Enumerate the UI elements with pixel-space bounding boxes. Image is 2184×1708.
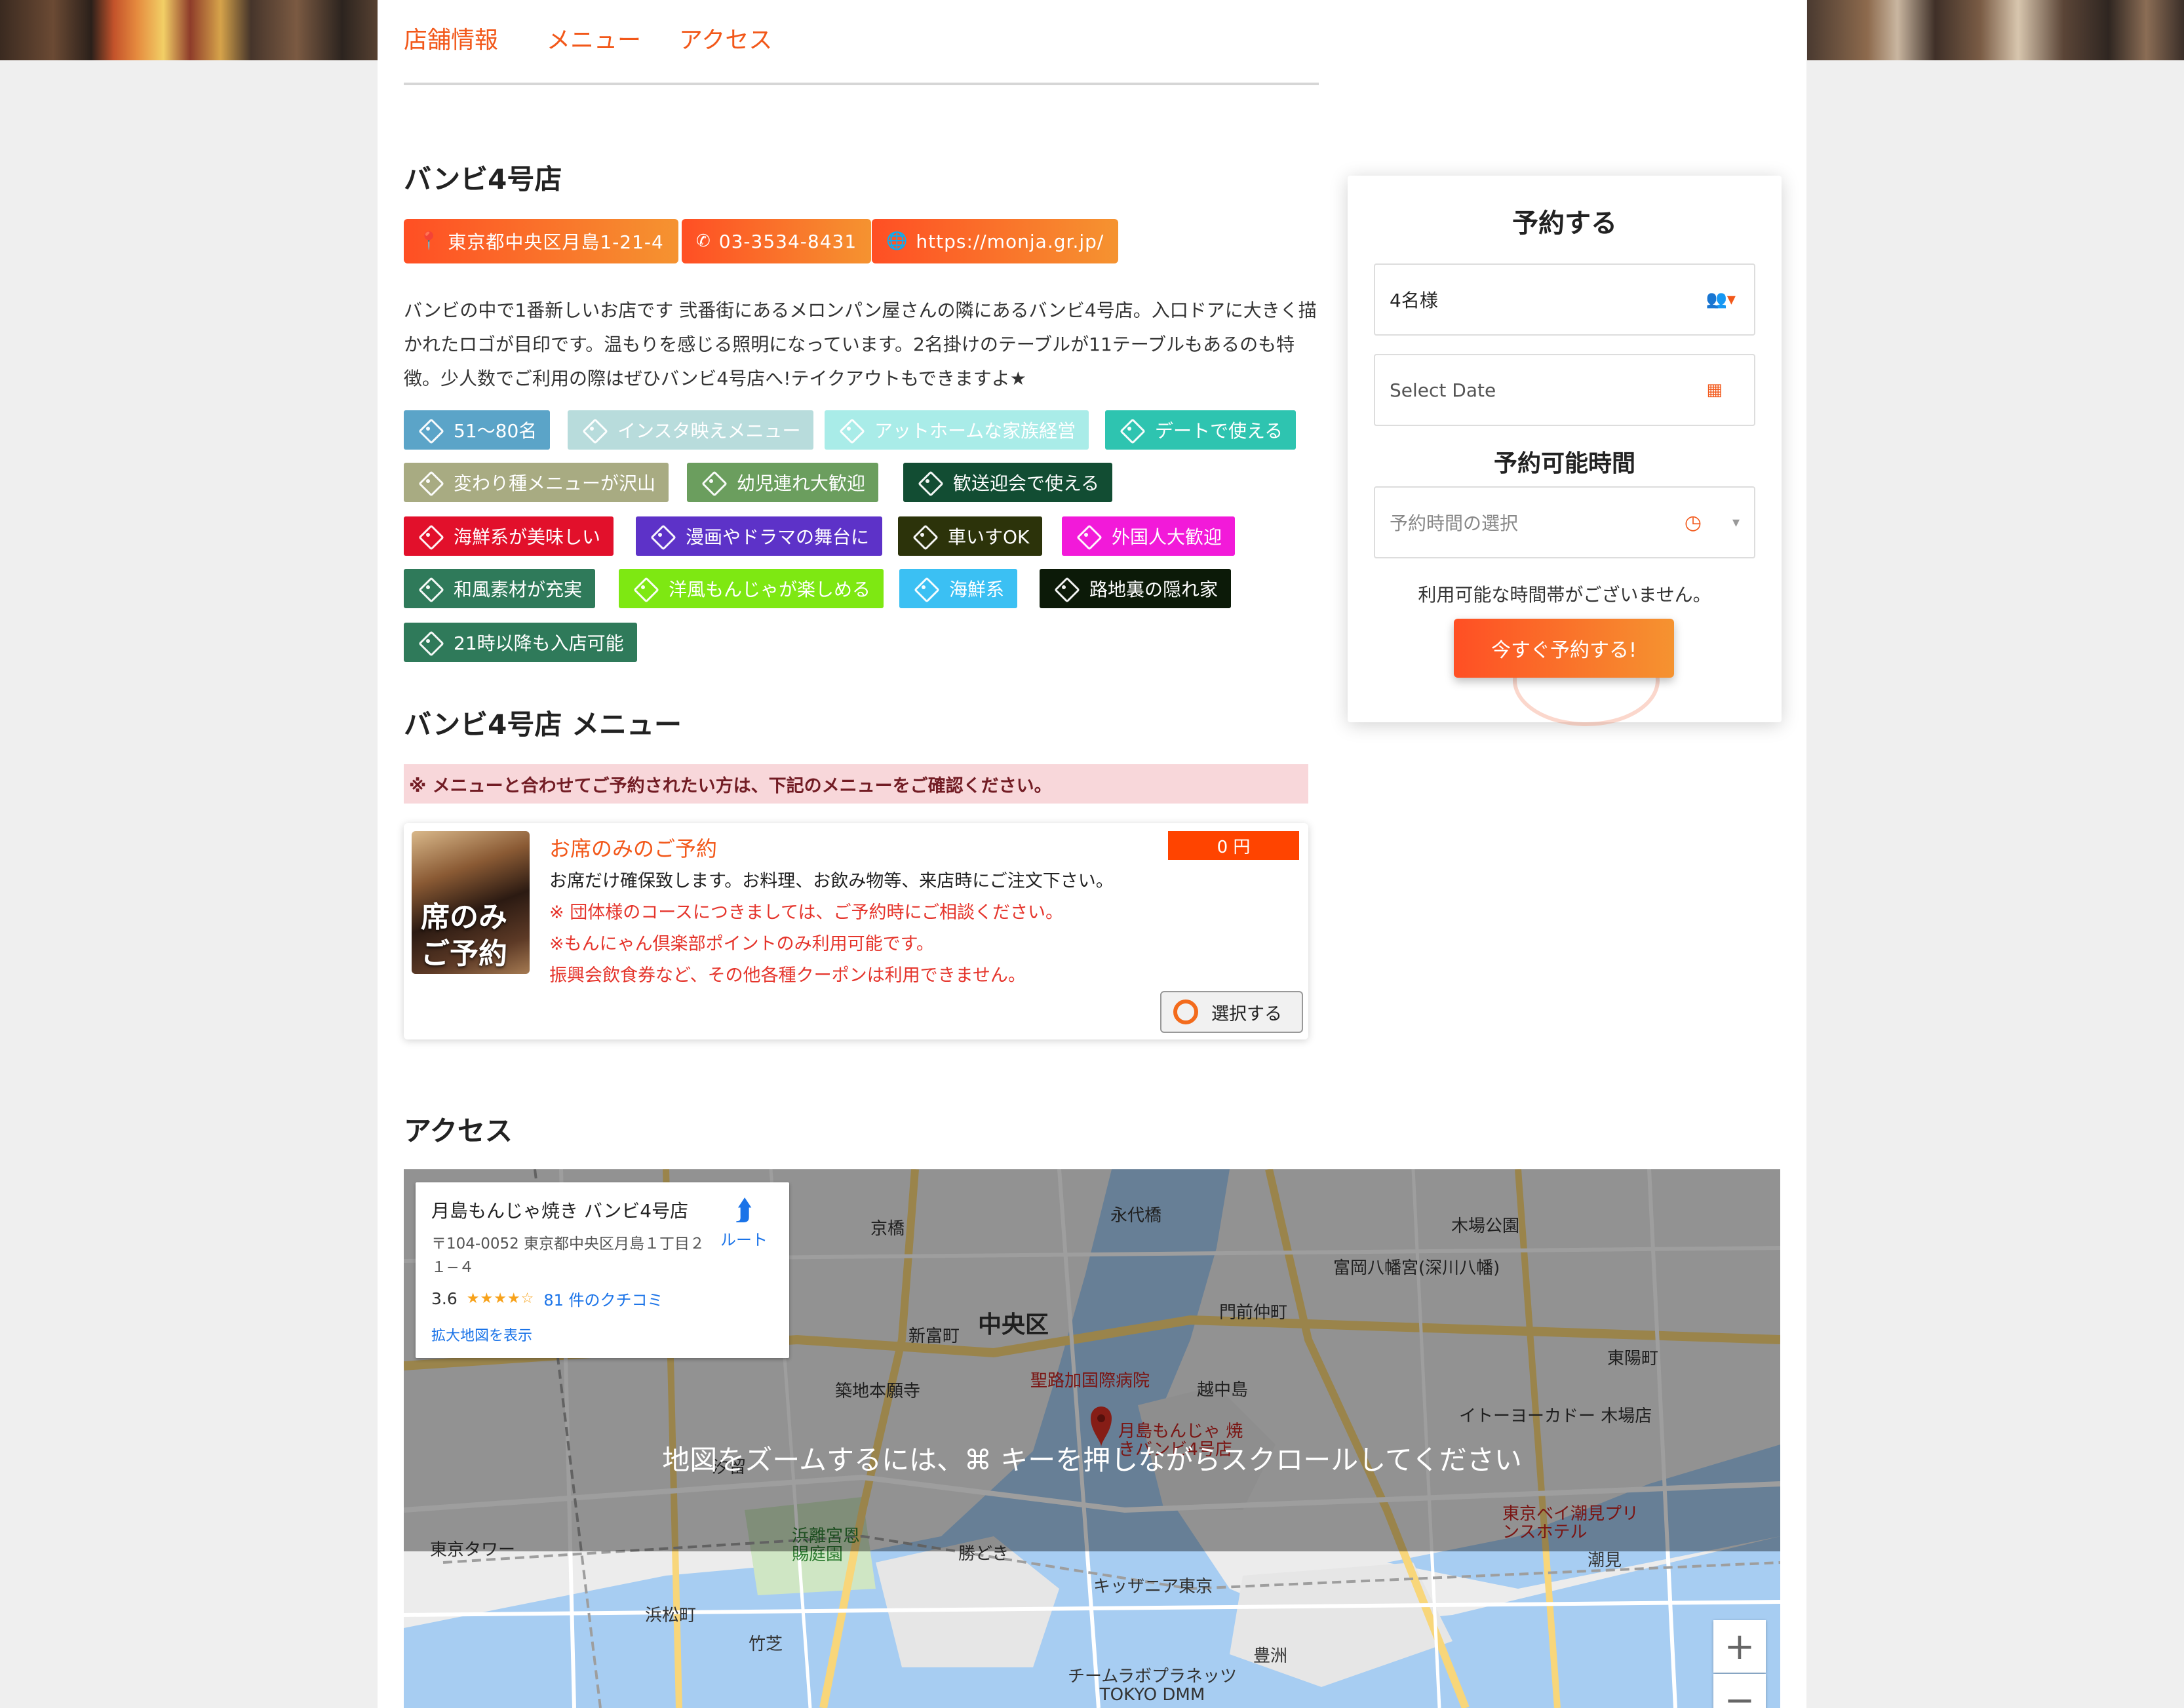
tag-item[interactable]: 海鮮系 [899,569,1018,608]
tag-item[interactable]: 歓送迎会で使える [903,463,1113,502]
menu-heading: バンビ4号店 メニュー [404,708,682,741]
menu-item-card: 席のみ ご予約 お席のみのご予約 0 円 お席だけ確保致します。お料理、お飲み物… [404,823,1308,1039]
hero-image-left [0,0,380,60]
menu-thumb-text: 席のみ ご予約 [421,901,507,971]
tag-item[interactable]: 外国人大歓迎 [1062,516,1236,556]
map-rating: 3.6 ★★★★☆ 81 件のクチコミ [431,1287,663,1310]
tag-icon [1118,421,1144,439]
clock-icon: ◷ [1684,511,1702,534]
store-name-heading: バンビ4号店 [404,163,562,195]
menu-item-price: 0 円 [1168,831,1299,860]
no-availability-note: 利用可能な時間帯がございません。 [1418,584,1711,606]
tag-icon [417,579,443,598]
tag-icon [632,579,658,598]
map-place-address: 〒104-0052 東京都中央区月島１丁目２１−４ [431,1235,705,1276]
tag-icon [417,421,443,439]
menu-notice: ※ メニューと合わせてご予約されたい方は、下記のメニューをご確認ください。 [404,764,1308,804]
chevron-down-icon: ▾ [1732,514,1740,531]
view-larger-map-link[interactable]: 拡大地図を表示 [431,1324,532,1345]
time-heading: 予約可能時間 [1493,450,1635,477]
tag-item[interactable]: 海鮮系が美味しい [404,516,614,556]
tag-item[interactable]: 変わり種メニューが沢山 [404,463,669,502]
globe-icon: 🌐 [886,231,908,251]
tag-item[interactable]: 路地裏の隠れ家 [1040,569,1232,608]
tag-icon [417,527,443,545]
tag-item[interactable]: 車いすOK [898,516,1043,556]
menu-item-note: ※もんにゃん倶楽部ポイントのみ利用可能です。 [549,934,934,954]
tag-item[interactable]: 51〜80名 [404,410,551,450]
tag-item[interactable]: 漫画やドラマの舞台に [636,516,883,556]
reservation-title: 予約する [1512,208,1617,239]
tab-store-info[interactable]: 店舗情報 [404,21,498,55]
tag-icon [581,421,607,439]
time-select[interactable]: 予約時間の選択 ◷ ▾ [1374,486,1755,558]
tag-icon [1053,579,1079,598]
tag-item[interactable]: 和風素材が充実 [404,569,596,608]
website-text: https://monja.gr.jp/ [916,230,1104,252]
tag-icon [417,473,443,492]
tag-item[interactable]: インスタ映えメニュー [568,410,814,450]
radio-icon [1173,1000,1198,1024]
menu-item-image: 席のみ ご予約 [412,831,530,974]
tag-icon [912,579,939,598]
tag-icon [838,421,864,439]
website-chip[interactable]: 🌐 https://monja.gr.jp/ [872,219,1119,263]
access-heading: アクセス [404,1115,513,1147]
tag-icon [911,527,937,545]
reserve-now-button[interactable]: 今すぐ予約する! [1454,619,1674,678]
menu-item-note: ※ 団体様のコースにつきましては、ご予約時にご相談ください。 [549,903,1063,923]
tag-icon [916,473,943,492]
phone-chip[interactable]: ✆ 03-3534-8431 [682,219,872,263]
map-label: チームラボプラネッツ TOKYO DMM [1068,1667,1237,1705]
tag-icon [700,473,726,492]
tag-icon [649,527,675,545]
tab-menu[interactable]: メニュー [547,21,641,55]
phone-text: 03-3534-8431 [718,230,857,252]
directions-button[interactable]: ⮭ ルート [714,1194,773,1250]
people-icon: 👥▾ [1706,290,1736,309]
tag-icon [417,633,443,651]
tag-item[interactable]: 21時以降も入店可能 [404,623,637,662]
menu-item-name: お席のみのご予約 [549,836,718,861]
phone-icon: ✆ [696,231,711,251]
map-label: 浜松町 [645,1606,697,1625]
address-chip[interactable]: 📍 東京都中央区月島1-21-4 [404,219,678,263]
zoom-in-button[interactable]: + [1713,1620,1766,1673]
menu-item-note: 振興会飲食券など、その他各種クーポンは利用できません。 [549,965,1026,986]
tag-item[interactable]: 洋風もんじゃが楽しめる [619,569,884,608]
tag-icon [1075,527,1101,545]
menu-item-desc: お席だけ確保致します。お料理、お飲み物等、来店時にご注文下さい。 [549,871,1114,891]
zoom-out-button[interactable]: − [1713,1674,1766,1708]
tag-item[interactable]: 幼児連れ大歓迎 [687,463,879,502]
star-rating-icon: ★★★★☆ [466,1291,535,1307]
directions-icon: ⮭ [735,1194,753,1227]
page-content: 店舗情報 メニュー アクセス バンビ4号店 📍 東京都中央区月島1-21-4 ✆… [378,0,1806,1708]
party-size-select[interactable]: 4名様 👥▾ [1374,263,1755,336]
google-map[interactable]: 中央区 京橋 新富町 築地本願寺 聖路加国際病院 月島もんじゃ 焼きバンビ4号店… [404,1169,1780,1708]
reservation-panel: 予約する 4名様 👥▾ Select Date ▦ 予約可能時間 予約時間の選択… [1348,176,1782,726]
select-menu-button[interactable]: 選択する [1160,991,1303,1033]
calendar-icon: ▦ [1706,380,1723,400]
date-picker-input[interactable]: Select Date ▦ [1374,354,1755,426]
section-tabs: 店舗情報 メニュー アクセス [404,18,1319,85]
zoom-hint-message: 地図をズームするには、⌘ キーを押しながらスクロールしてください [662,1444,1522,1476]
tab-access[interactable]: アクセス [679,21,772,55]
map-label: 竹芝 [749,1635,783,1654]
tag-item[interactable]: アットホームな家族経営 [825,410,1089,450]
tag-item[interactable]: デートで使える [1105,410,1297,450]
location-pin-icon: 📍 [418,231,440,251]
map-label: キッザニア東京 [1093,1577,1213,1597]
reviews-link[interactable]: 81 件のクチコミ [543,1287,663,1310]
map-place-name: 月島もんじゃ焼き バンビ4号店 [431,1200,689,1222]
map-info-card: 月島もんじゃ焼き バンビ4号店 〒104-0052 東京都中央区月島１丁目２１−… [416,1182,789,1358]
address-text: 東京都中央区月島1-21-4 [448,231,664,253]
store-description: バンビの中で1番新しいお店です 弐番街にあるメロンパン屋さんの隣にあるバンビ4号… [404,300,1317,389]
map-label: 豊洲 [1253,1646,1288,1666]
hero-image-right [1807,0,2184,60]
